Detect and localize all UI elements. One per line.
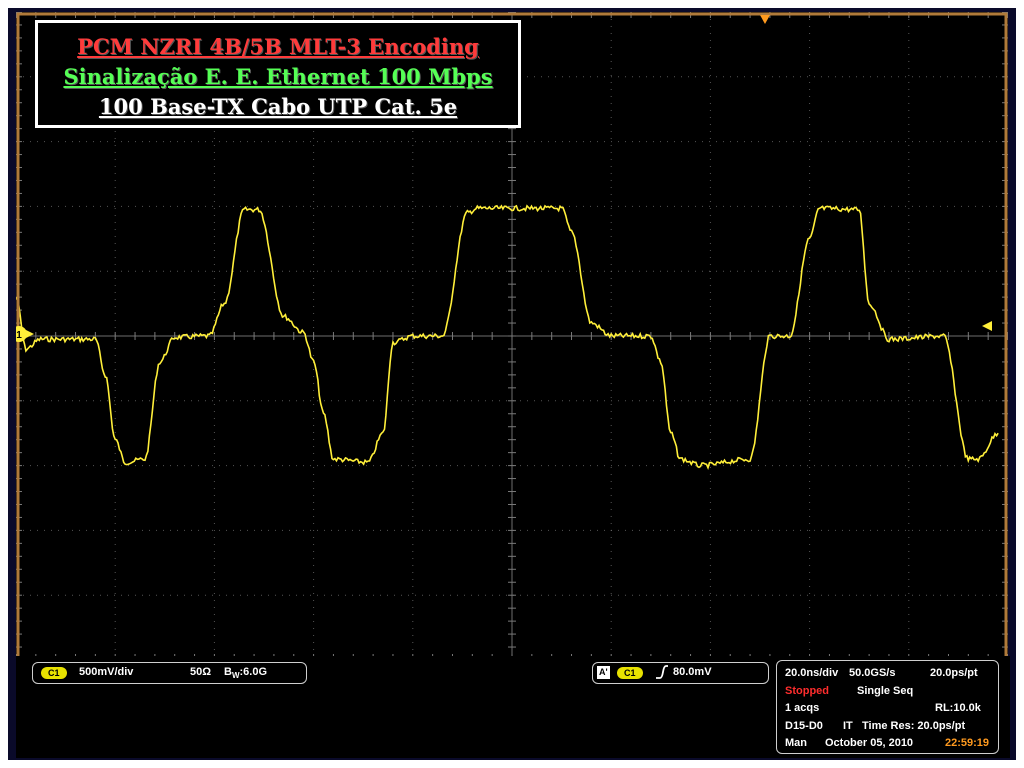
manual-label: Man xyxy=(785,737,807,749)
trigger-source-badge: C1 xyxy=(617,667,643,679)
timebase: 20.0ns/div xyxy=(785,667,839,679)
trigger-level: 80.0mV xyxy=(673,666,712,678)
acquisition-info[interactable]: 20.0ns/div 50.0GS/s 20.0ps/pt Stopped Si… xyxy=(776,660,999,754)
record-length: RL:10.0k xyxy=(935,702,981,714)
digital-channels: D15-D0 xyxy=(785,719,823,732)
acquisition-mode: Single Seq xyxy=(857,684,914,697)
acquisition-count: 1 acqs xyxy=(785,702,820,714)
rising-edge-icon xyxy=(655,664,669,683)
trigger-settings[interactable]: A' C1 80.0mV xyxy=(592,662,769,684)
it-label: IT xyxy=(843,719,853,732)
title-box: PCM NZRI 4B/5B MLT-3 Encoding Sinalizaçã… xyxy=(35,20,521,128)
channel-1-badge: C1 xyxy=(41,667,67,679)
time: 22:59:19 xyxy=(945,737,990,749)
channel-1-settings[interactable]: C1 500mV/div 50Ω BW:6.0G xyxy=(32,662,307,684)
rising-edge-svg xyxy=(656,665,668,679)
input-impedance: 50Ω xyxy=(190,666,212,678)
vertical-scale: 500mV/div xyxy=(79,666,134,678)
bandwidth-limit: BW:6.0G xyxy=(224,666,267,680)
bandwidth-prefix: B xyxy=(224,666,232,678)
acq-row-4: D15-D0 IT Time Res: 20.0ps/pt xyxy=(785,718,990,736)
title-line-2: Sinalização E. E. Ethernet 100 Mbps xyxy=(63,64,493,89)
title-line-3: 100 Base-TX Cabo UTP Cat. 5e xyxy=(98,94,458,119)
time-resolution: Time Res: 20.0ps/pt xyxy=(862,719,966,732)
title-line-1: PCM NZRI 4B/5B MLT-3 Encoding xyxy=(77,34,479,59)
acq-row-5: Man October 05, 2010 22:59:19 xyxy=(785,735,990,753)
bandwidth-subscript: W xyxy=(231,671,240,681)
channel-1-marker-label: 1 xyxy=(16,330,22,341)
left-strip xyxy=(8,656,16,760)
resolution: 20.0ps/pt xyxy=(930,667,978,679)
status-bar: C1 500mV/div 50Ω BW:6.0G A' C1 80.0mV 20… xyxy=(16,656,1010,758)
sample-rate: 50.0GS/s xyxy=(849,667,896,679)
acq-row-1: 20.0ns/div 50.0GS/s 20.0ps/pt xyxy=(785,665,990,683)
run-status: Stopped xyxy=(785,684,829,697)
acq-row-2: Stopped Single Seq xyxy=(785,683,990,701)
bandwidth-value: :6.0G xyxy=(239,666,268,678)
acq-row-3: 1 acqs RL:10.0k xyxy=(785,700,990,718)
date: October 05, 2010 xyxy=(825,737,914,749)
trigger-mode-badge: A' xyxy=(597,666,610,679)
